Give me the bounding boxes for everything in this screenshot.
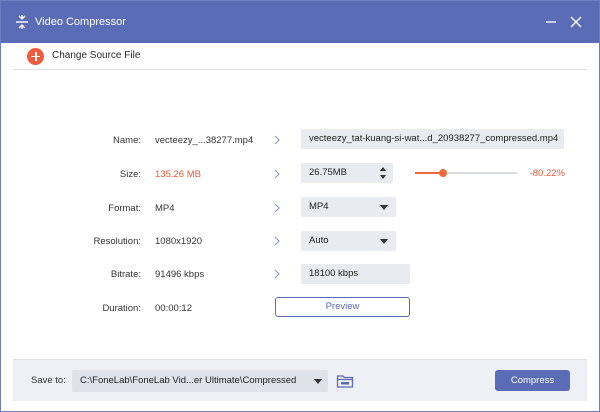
- resolution-dropdown-value: Auto: [309, 235, 329, 246]
- size-label: Size:: [119, 169, 141, 180]
- decrement-icon[interactable]: [380, 175, 386, 179]
- source-name: vecteezy_...38277.mp4: [155, 135, 254, 146]
- duration-label: Duration:: [102, 303, 141, 314]
- compress-icon: [16, 15, 28, 29]
- title-bar: Video Compressor: [1, 1, 599, 43]
- chevron-right-icon: [274, 236, 280, 246]
- chevron-right-icon: [274, 269, 280, 279]
- compress-button[interactable]: Compress: [495, 370, 570, 391]
- chevron-right-icon: [274, 203, 280, 213]
- format-label: Format:: [108, 203, 141, 214]
- increment-icon[interactable]: [380, 167, 386, 171]
- footer-bar: Save to: C:\FoneLab\FoneLab Vid...er Ult…: [13, 359, 587, 401]
- output-size-stepper[interactable]: 26.75MB: [301, 163, 393, 183]
- source-duration: 00:00:12: [155, 303, 192, 314]
- window-title: Video Compressor: [35, 16, 126, 28]
- source-resolution: 1080x1920: [155, 236, 203, 247]
- caret-down-icon: [380, 239, 388, 244]
- size-reduction-percent: -80.22%: [529, 168, 565, 179]
- output-name-value: vecteezy_tat-kuang-si-wat...d_20938277_c…: [309, 133, 559, 144]
- chevron-right-icon: [274, 169, 280, 179]
- chevron-right-icon: [274, 135, 280, 145]
- source-bitrate: 91496 kbps: [155, 269, 205, 280]
- output-bitrate-value: 18100 kbps: [309, 268, 359, 279]
- format-dropdown[interactable]: MP4: [301, 197, 396, 217]
- bitrate-label: Bitrate:: [110, 269, 141, 280]
- source-format: MP4: [155, 203, 175, 214]
- source-size: 135.26 MB: [155, 169, 201, 180]
- resolution-dropdown[interactable]: Auto: [301, 231, 396, 251]
- save-path-field[interactable]: C:\FoneLab\FoneLab Vid...er Ultimate\Com…: [72, 370, 328, 392]
- caret-down-icon: [380, 205, 388, 210]
- output-size-value: 26.75MB: [309, 167, 348, 178]
- folder-icon[interactable]: [336, 373, 354, 389]
- size-slider-thumb[interactable]: [438, 169, 447, 177]
- minimize-icon[interactable]: [542, 13, 560, 31]
- caret-down-icon: [314, 379, 322, 384]
- close-icon[interactable]: [567, 13, 585, 31]
- save-to-label: Save to:: [31, 375, 66, 386]
- change-source-label[interactable]: Change Source File: [52, 50, 140, 61]
- save-path-dropdown[interactable]: [306, 370, 328, 392]
- output-name-field[interactable]: vecteezy_tat-kuang-si-wat...d_20938277_c…: [301, 129, 564, 149]
- preview-button[interactable]: Preview: [275, 297, 410, 317]
- size-slider[interactable]: [415, 169, 517, 177]
- video-compressor-window: Video Compressor Change Source File Name…: [0, 0, 600, 412]
- format-dropdown-value: MP4: [309, 201, 329, 212]
- change-source-button[interactable]: Change Source File: [13, 43, 587, 69]
- save-path-value: C:\FoneLab\FoneLab Vid...er Ultimate\Com…: [80, 375, 297, 386]
- resolution-label: Resolution:: [93, 236, 141, 247]
- plus-circle-icon[interactable]: [27, 48, 44, 65]
- output-bitrate-field[interactable]: 18100 kbps: [301, 264, 410, 284]
- name-label: Name:: [113, 135, 141, 146]
